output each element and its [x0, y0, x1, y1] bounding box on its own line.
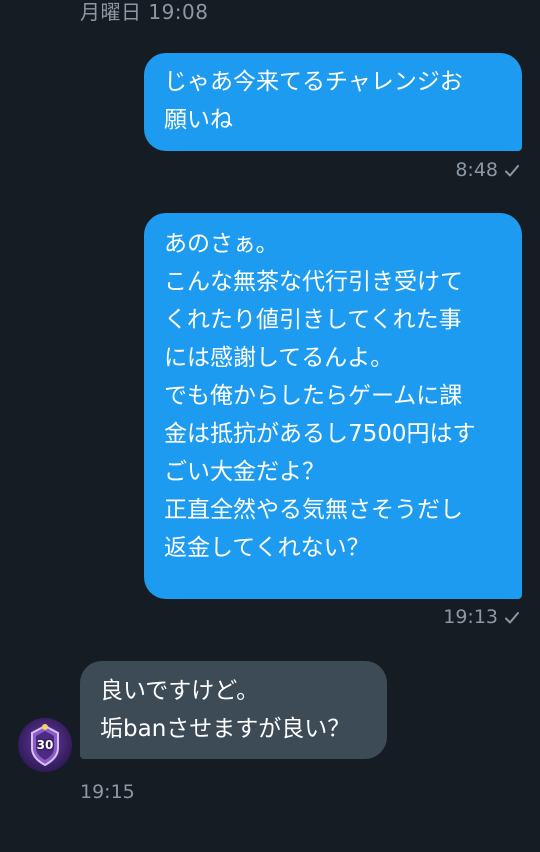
sent-message-bubble[interactable]: あのさぁ。 こんな無茶な代行引き受けて くれたり値引きしてくれた事 には感謝して…: [144, 213, 522, 599]
check-icon: [504, 609, 520, 625]
message-meta: 19:13: [443, 606, 520, 628]
received-message-bubble[interactable]: 良いですけど。 垢banさせますが良い？: [80, 661, 387, 759]
message-meta: 19:15: [80, 781, 135, 803]
sent-message-bubble[interactable]: じゃあ今来てるチャレンジお 願いね: [144, 53, 522, 151]
message-time: 19:15: [80, 781, 135, 803]
message-meta: 8:48: [455, 159, 520, 181]
message-time: 8:48: [455, 159, 498, 181]
avatar[interactable]: 30: [18, 718, 72, 772]
check-icon: [504, 162, 520, 178]
date-separator: 月曜日 19:08: [80, 0, 209, 24]
message-time: 19:13: [443, 606, 498, 628]
level-badge: 30: [36, 738, 54, 752]
